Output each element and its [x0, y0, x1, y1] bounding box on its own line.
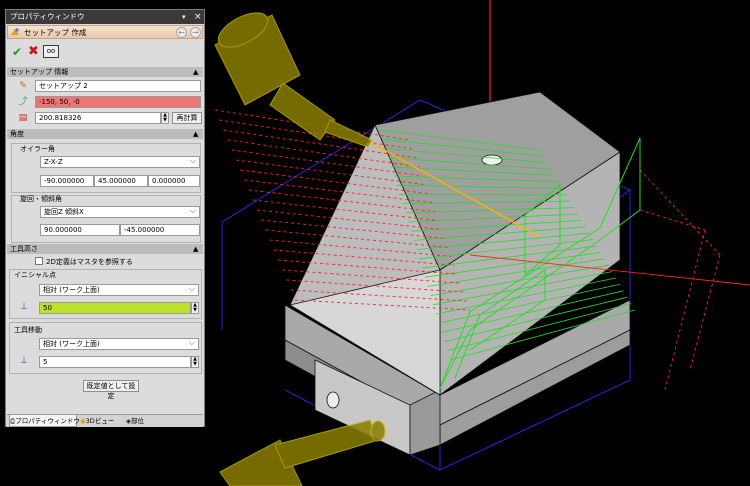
tab-property-window[interactable]: ⎙プロパティウィンドウ: [9, 415, 80, 427]
collapse-icon[interactable]: ▲: [193, 67, 198, 77]
direction-icon: ⤴: [18, 97, 28, 107]
euler-order-select[interactable]: Z-X-Z: [40, 156, 200, 168]
rotation-value-1[interactable]: 90.000000: [40, 224, 120, 236]
origin-field[interactable]: -150, 50, -0: [35, 96, 201, 108]
rotation-value-2[interactable]: -45.000000: [120, 224, 200, 236]
panel-title: プロパティウィンドウ: [10, 12, 85, 21]
tool-height-section-header[interactable]: 工具高さ ▲: [7, 244, 203, 254]
initial-point-spinner[interactable]: ▲ ▼: [191, 302, 199, 314]
origin-icon: ✎: [19, 81, 27, 91]
rotation-mode-select[interactable]: 旋回Z 傾斜X: [40, 206, 200, 218]
collapse-icon[interactable]: ▲: [193, 129, 198, 139]
tool-move-mode-select[interactable]: 相対 (ワーク上面): [39, 338, 199, 350]
tool-move-spinner[interactable]: ▲ ▼: [191, 356, 199, 368]
back-icon[interactable]: ←: [176, 27, 187, 38]
tool-height-section-title: 工具高さ: [10, 245, 38, 253]
distance-icon: ▤: [18, 113, 28, 123]
height-icon: ⊥: [20, 356, 28, 366]
setup-icon: [11, 28, 19, 35]
angle-section-header[interactable]: 角度 ▲: [7, 129, 203, 139]
check-icon[interactable]: ✔: [12, 45, 22, 59]
euler-value-1[interactable]: -90.000000: [40, 175, 94, 187]
euler-value-2[interactable]: 45.000000: [94, 175, 148, 187]
tab-parts[interactable]: ◈部位: [126, 415, 162, 427]
tab-3d-view[interactable]: ◉3Dビュー: [80, 415, 124, 427]
setup-name-field[interactable]: セットアップ 2: [35, 80, 201, 92]
tab-label: プロパティウィンドウ: [15, 417, 80, 425]
setup-section-header[interactable]: セットアップ 情報 ▲: [7, 67, 203, 77]
tool-move-label: 工具移動: [14, 326, 42, 334]
forward-icon[interactable]: →: [190, 27, 201, 38]
setup-section-title: セットアップ 情報: [10, 68, 69, 76]
tab-label: 部位: [131, 417, 144, 425]
master-ref-label: 2D定義はマスタを参照する: [46, 258, 133, 266]
panel-titlebar: プロパティウィンドウ ▾ ×: [6, 10, 204, 24]
angle-section-title: 角度: [10, 130, 24, 138]
distance-field[interactable]: 200.818326: [35, 112, 161, 124]
tool-move-field[interactable]: 5: [39, 356, 191, 368]
command-bar: セットアップ 作成 ← →: [7, 25, 203, 39]
height-icon: ⊥: [20, 302, 28, 312]
action-bar: ✔ ✖ oo: [6, 40, 204, 66]
collapse-icon[interactable]: ▲: [193, 244, 198, 254]
euler-label: オイラー角: [20, 145, 55, 153]
property-window: プロパティウィンドウ ▾ × セットアップ 作成 ← → ✔ ✖ oo セットア…: [5, 9, 205, 427]
command-title: セットアップ 作成: [24, 28, 87, 37]
rotation-label: 旋回・傾斜角: [20, 195, 62, 203]
panel-tab-bar: ⎙プロパティウィンドウ ◉3Dビュー ◈部位: [7, 414, 203, 427]
initial-point-mode-select[interactable]: 相対 (ワーク上面): [39, 284, 199, 296]
initial-point-field[interactable]: 50: [39, 302, 191, 314]
preview-icon[interactable]: oo: [43, 45, 59, 58]
cancel-icon[interactable]: ✖: [28, 44, 39, 59]
recalc-button[interactable]: 再計算: [172, 112, 202, 124]
master-ref-checkbox[interactable]: [35, 257, 43, 265]
distance-spinner[interactable]: ▲ ▼: [161, 112, 169, 124]
pin-icon[interactable]: ▾: [182, 10, 186, 24]
initial-point-label: イニシャル点: [14, 271, 56, 279]
euler-value-3[interactable]: 0.000000: [148, 175, 200, 187]
tab-label: 3Dビュー: [85, 417, 115, 425]
set-default-button[interactable]: 既定値として設定: [83, 380, 139, 400]
close-icon[interactable]: ×: [194, 10, 202, 24]
